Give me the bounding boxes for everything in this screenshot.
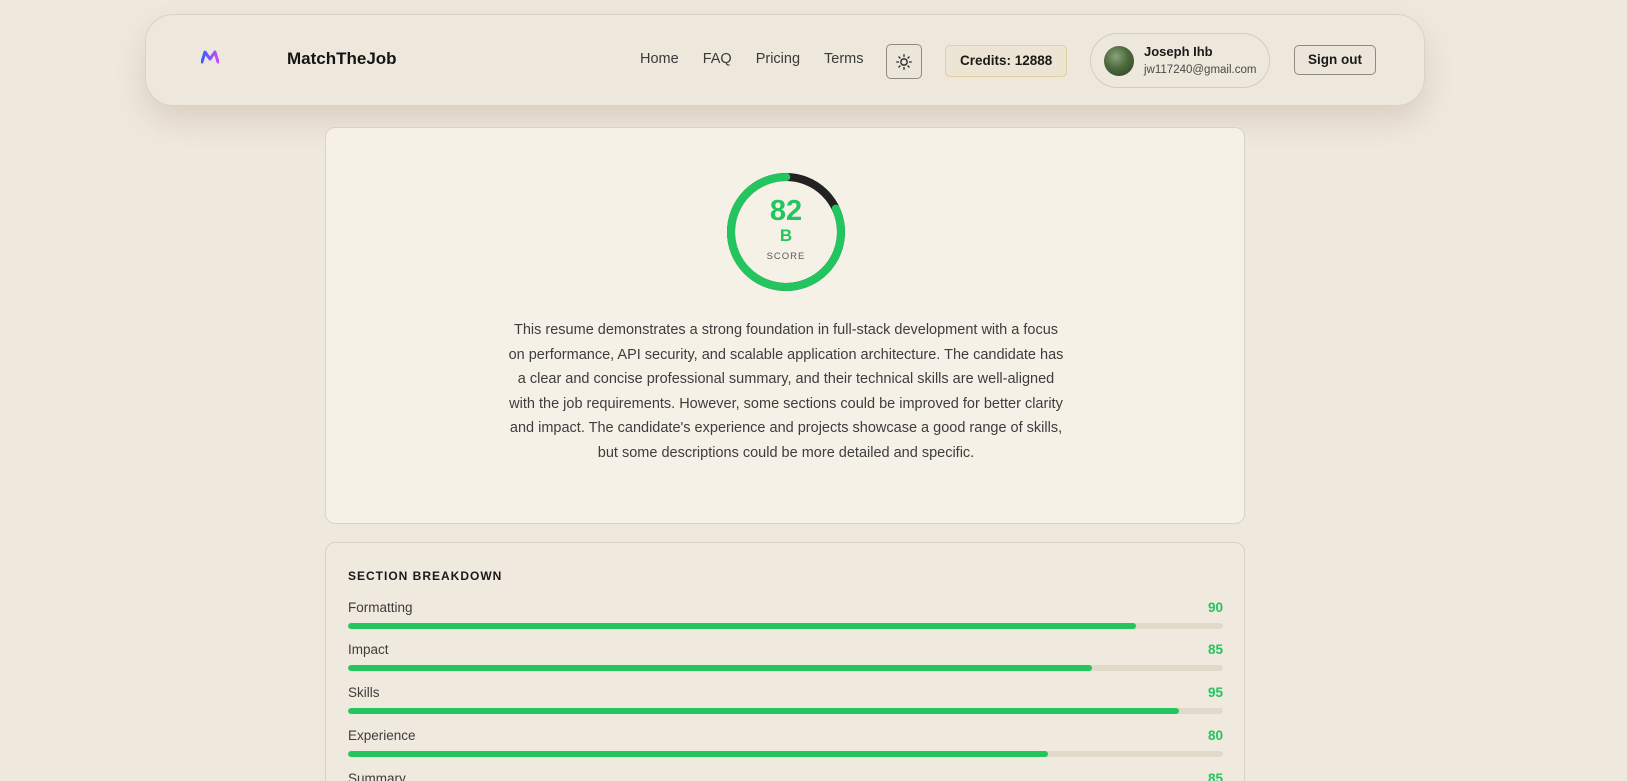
- breakdown-label: Impact: [348, 642, 389, 657]
- top-header: MatchTheJob Home FAQ Pricing Terms Credi…: [145, 14, 1425, 106]
- breakdown-row: Formatting 90: [348, 600, 1223, 630]
- breakdown-bar-fill: [348, 665, 1092, 671]
- breakdown-label: Experience: [348, 728, 416, 743]
- breakdown-row: Summary 85: [348, 771, 1223, 781]
- nav-terms[interactable]: Terms: [824, 51, 863, 67]
- avatar: [1104, 46, 1134, 76]
- breakdown-value: 90: [1207, 600, 1223, 615]
- score-value: 82: [769, 195, 803, 227]
- section-breakdown: SECTION BREAKDOWN Formatting 90 Impact 85 Sk…: [325, 542, 1245, 781]
- brand-name[interactable]: MatchTheJob: [287, 49, 397, 69]
- breakdown-bar-fill: [348, 623, 1136, 629]
- sign-out-button[interactable]: Sign out: [1294, 45, 1376, 75]
- section-breakdown-title: SECTION BREAKDOWN: [348, 569, 503, 583]
- breakdown-value: 80: [1207, 728, 1223, 743]
- breakdown-bar-fill: [348, 708, 1180, 714]
- breakdown-row: Experience 80: [348, 728, 1223, 758]
- breakdown-value: 95: [1207, 685, 1223, 700]
- nav-faq[interactable]: FAQ: [703, 51, 732, 67]
- user-menu[interactable]: Joseph Ihb jw117240@gmail.com: [1090, 33, 1270, 88]
- breakdown-label: Summary: [348, 771, 406, 781]
- breakdown-bar-track: [348, 708, 1223, 714]
- score-grade: B: [779, 226, 793, 245]
- nav-pricing[interactable]: Pricing: [756, 51, 800, 67]
- score-summary: This resume demonstrates a strong founda…: [508, 322, 1064, 461]
- user-email: jw117240@gmail.com: [1144, 64, 1257, 76]
- main-nav: Home FAQ Pricing Terms: [640, 51, 864, 67]
- breakdown-label: Skills: [348, 685, 380, 700]
- m-logo-icon[interactable]: [201, 50, 219, 64]
- breakdown-bar-fill: [348, 751, 1048, 757]
- breakdown-value: 85: [1207, 642, 1223, 657]
- breakdown-bar-track: [348, 751, 1223, 757]
- score-card: 82 B SCORE This resume demonstrates a st…: [325, 127, 1245, 524]
- nav-home[interactable]: Home: [640, 51, 679, 67]
- credits-badge[interactable]: Credits: 12888: [945, 45, 1068, 77]
- breakdown-value: 85: [1207, 771, 1223, 781]
- theme-toggle-button[interactable]: [886, 44, 922, 79]
- breakdown-row: Skills 95: [348, 685, 1223, 715]
- breakdown-label: Formatting: [348, 600, 413, 615]
- breakdown-row: Impact 85: [348, 642, 1223, 672]
- user-name: Joseph Ihb: [1144, 44, 1213, 59]
- breakdown-bar-track: [348, 665, 1223, 671]
- breakdown-bar-track: [348, 623, 1223, 629]
- sun-icon: [896, 53, 912, 70]
- score-label: SCORE: [766, 251, 806, 262]
